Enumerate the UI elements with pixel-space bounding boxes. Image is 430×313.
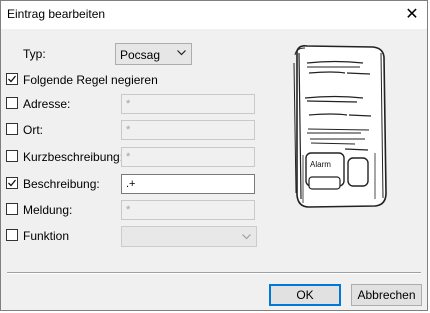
meldung-checkbox[interactable]: [6, 203, 18, 215]
typ-select-value: Pocsag: [120, 48, 161, 62]
ort-input[interactable]: *: [121, 120, 255, 140]
negate-checkbox[interactable]: [6, 73, 18, 85]
footer-divider: [7, 272, 421, 274]
kurzbeschreibung-checkbox[interactable]: [6, 150, 18, 162]
typ-select[interactable]: Pocsag: [115, 43, 192, 65]
chevron-down-icon: [177, 50, 186, 56]
beschreibung-row: Beschreibung: .+: [6, 174, 256, 194]
beschreibung-input[interactable]: .+: [121, 174, 255, 194]
close-icon[interactable]: ✕: [397, 1, 427, 29]
ok-button[interactable]: OK: [269, 284, 341, 306]
adresse-label: Adresse:: [23, 97, 71, 111]
kurzbeschreibung-row: Kurzbeschreibung: *: [6, 147, 256, 167]
chevron-down-icon: [242, 234, 251, 240]
adresse-input[interactable]: *: [121, 94, 255, 114]
kurzbeschreibung-input[interactable]: *: [121, 147, 255, 167]
ort-checkbox[interactable]: [6, 123, 18, 135]
ort-row: Ort: *: [6, 120, 256, 140]
adresse-row: Adresse: *: [6, 94, 256, 114]
funktion-checkbox[interactable]: [6, 229, 18, 241]
pager-illustration: Alarm: [293, 45, 387, 208]
negate-label: Folgende Regel negieren: [23, 73, 158, 87]
checkmark-icon: [8, 75, 17, 83]
typ-label: Typ:: [23, 47, 46, 61]
dialog-title: Eintrag bearbeiten: [7, 7, 106, 21]
meldung-label: Meldung:: [23, 203, 73, 217]
funktion-label: Funktion: [23, 229, 70, 243]
dialog-window: Eintrag bearbeiten ✕ Typ: Pocsag Folgend…: [0, 0, 428, 311]
cancel-button[interactable]: Abbrechen: [351, 284, 422, 306]
checkmark-icon: [8, 179, 17, 187]
kurzbeschreibung-label: Kurzbeschreibung:: [23, 150, 124, 164]
meldung-input[interactable]: *: [121, 200, 255, 220]
beschreibung-label: Beschreibung:: [23, 177, 100, 191]
funktion-row: Funktion: [6, 226, 258, 247]
adresse-checkbox[interactable]: [6, 97, 18, 109]
title-bar: Eintrag bearbeiten ✕: [1, 1, 427, 29]
beschreibung-checkbox[interactable]: [6, 177, 18, 189]
meldung-row: Meldung: *: [6, 200, 256, 220]
negate-row: Folgende Regel negieren: [6, 70, 226, 90]
alarm-label: Alarm: [310, 160, 331, 169]
funktion-select[interactable]: [121, 226, 257, 247]
ort-label: Ort:: [23, 123, 43, 137]
